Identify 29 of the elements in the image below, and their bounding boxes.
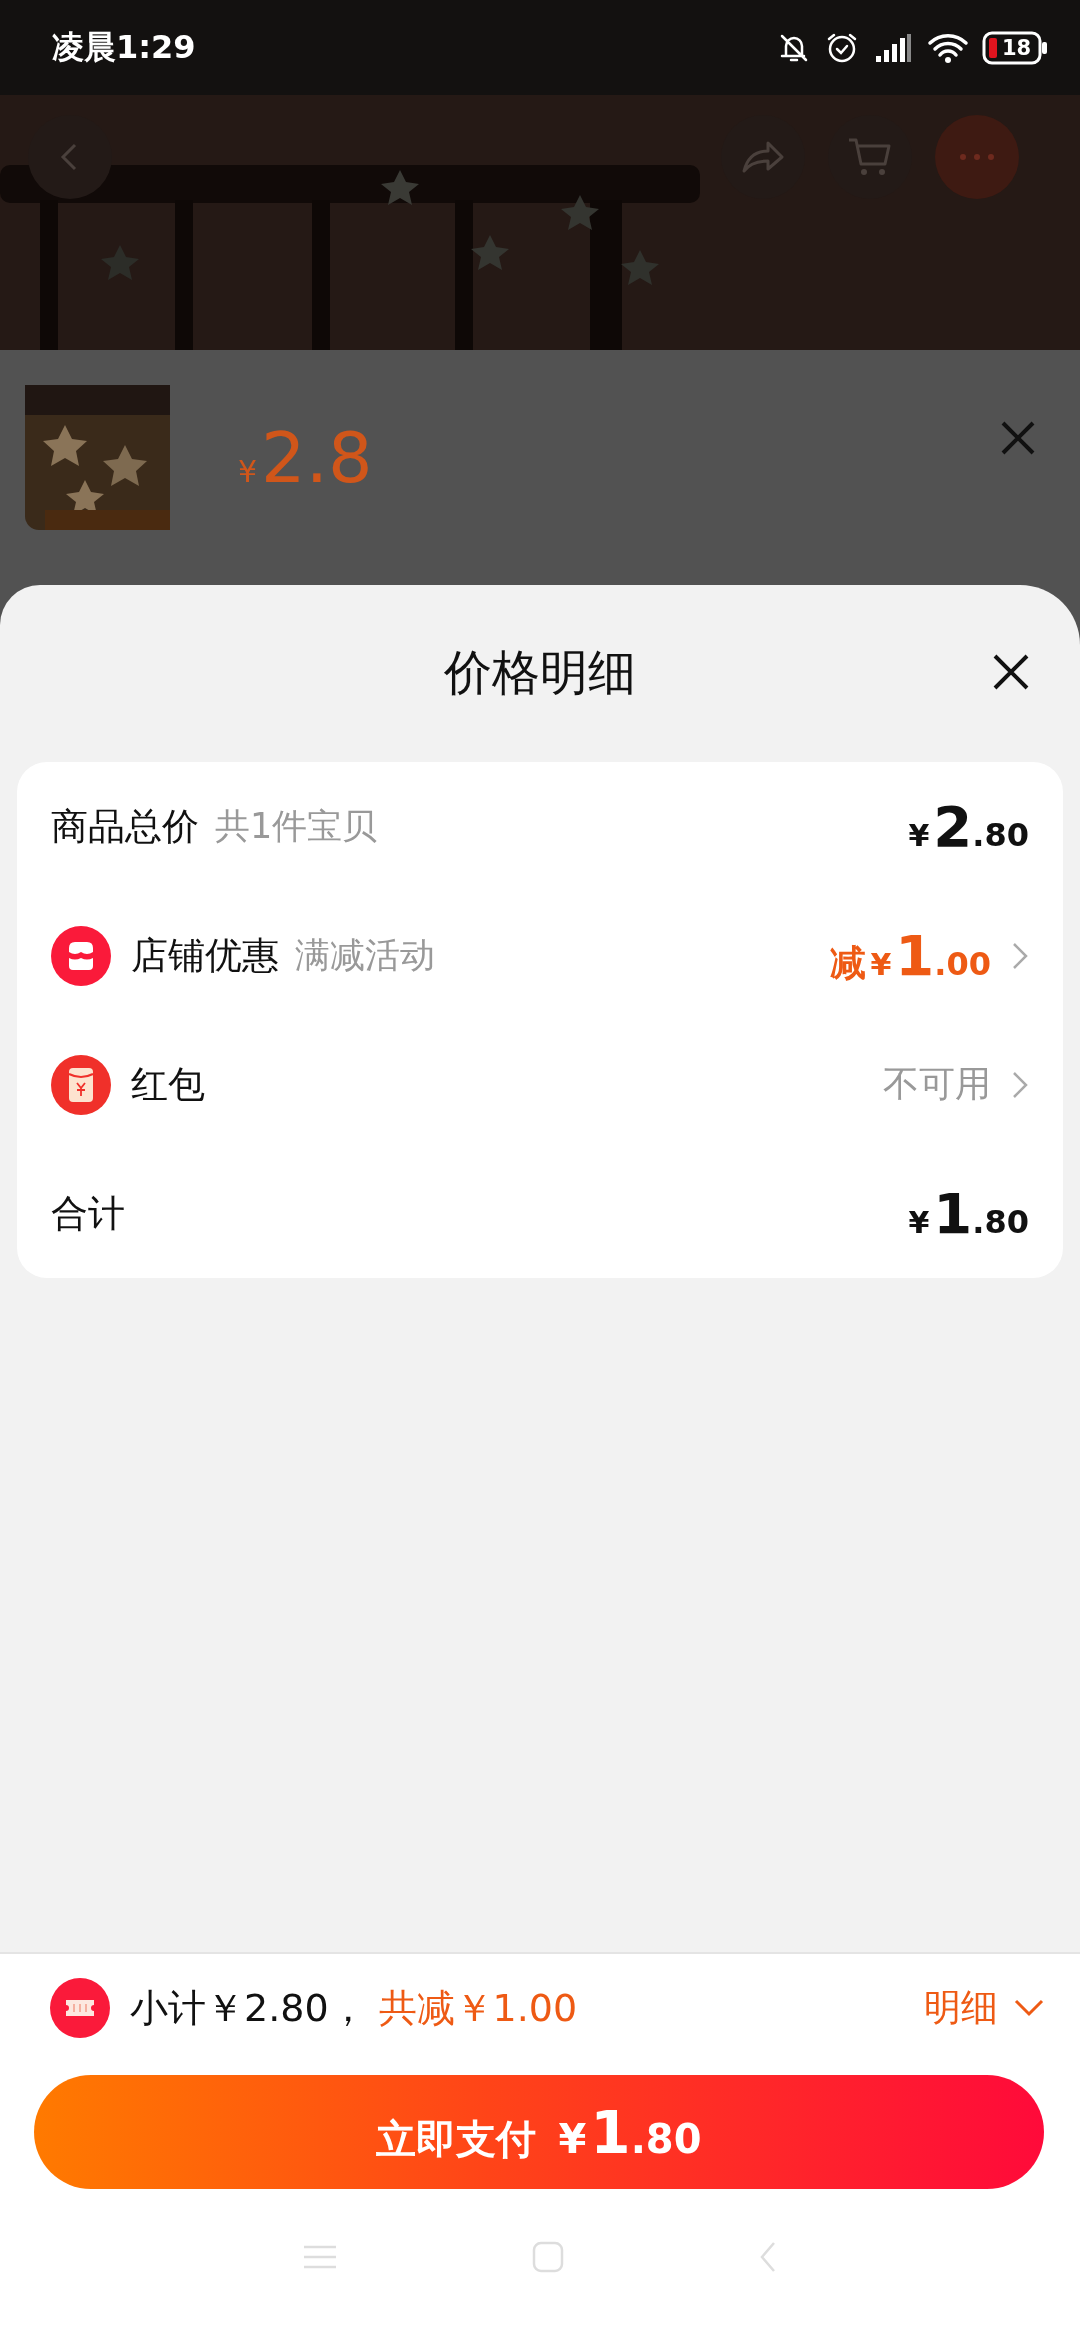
battery-level: 18	[1002, 34, 1032, 61]
battery-icon	[982, 30, 1048, 65]
chevron-right-icon[interactable]	[1011, 940, 1029, 971]
more-icon	[957, 152, 997, 162]
chevron-down-icon	[1012, 1997, 1046, 2019]
pay-button[interactable]: 立即支付 ¥1.80	[34, 2075, 1044, 2189]
shop-icon	[51, 925, 111, 986]
row-label: 红包	[131, 1061, 205, 1108]
details-toggle[interactable]: 明细	[924, 1983, 1046, 2033]
row-value: 不可用	[883, 1062, 991, 1106]
discount-text: 共减￥1.00	[378, 1984, 578, 2032]
ticket-icon	[50, 1978, 110, 2038]
chevron-right-icon[interactable]	[1011, 1069, 1029, 1100]
price-value: 减¥1.00	[830, 923, 991, 988]
row-note: 共1件宝贝	[215, 805, 378, 848]
subtotal-text: 小计￥2.80，	[130, 1984, 367, 2032]
sheet-title: 价格明细	[444, 643, 636, 702]
row-label: 合计	[51, 1190, 125, 1237]
price-value: ¥2.80	[908, 794, 1029, 859]
cart-icon	[847, 136, 893, 178]
row-label: 店铺优惠	[131, 932, 279, 979]
product-price: ¥2.8	[238, 416, 373, 499]
row-label: 商品总价	[51, 803, 199, 850]
status-time: 凌晨1:29	[52, 26, 196, 68]
price-value: ¥1.80	[908, 1181, 1029, 1246]
close-icon[interactable]	[992, 653, 1030, 691]
home-icon[interactable]	[530, 2239, 566, 2275]
envelope-icon	[51, 1054, 111, 1115]
row-note: 满减活动	[295, 934, 435, 977]
